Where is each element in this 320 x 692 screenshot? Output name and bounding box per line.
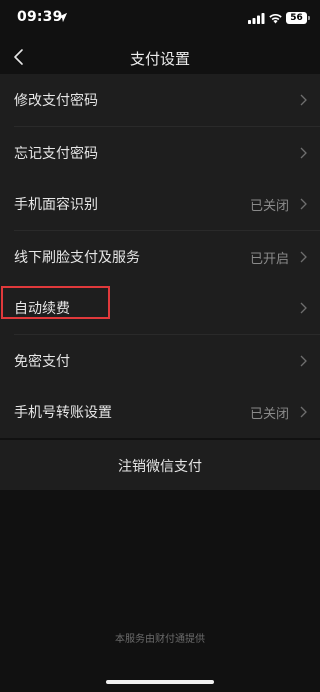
wifi-icon <box>269 13 282 24</box>
battery-tip <box>308 16 310 20</box>
chevron-right-icon <box>300 198 307 210</box>
status-value: 已关闭 <box>249 199 289 214</box>
face-id-item[interactable]: 手机面容识别 已关闭 <box>0 178 320 230</box>
password-free-payment-item[interactable]: 免密支付 <box>0 335 320 387</box>
chevron-left-icon <box>14 49 23 65</box>
status-bar: 09:39 56 <box>0 0 320 38</box>
footer-note: 本服务由财付通提供 <box>115 634 205 645</box>
status-value: 已开启 <box>249 252 289 267</box>
settings-group-password: 修改支付密码 忘记支付密码 <box>0 74 320 179</box>
status-time: 09:39 <box>17 9 63 25</box>
row-label: 线下刷脸支付及服务 <box>14 250 140 266</box>
change-payment-password-item[interactable]: 修改支付密码 <box>0 74 320 126</box>
location-arrow-icon <box>57 12 68 23</box>
chevron-right-icon <box>300 355 307 367</box>
battery-indicator: 56 <box>286 12 307 24</box>
chevron-right-icon <box>300 302 307 314</box>
row-label: 忘记支付密码 <box>14 146 98 162</box>
row-label: 修改支付密码 <box>14 93 98 109</box>
cancel-wechat-pay-button[interactable]: 注销微信支付 <box>0 440 320 490</box>
back-button[interactable] <box>8 44 32 70</box>
home-indicator <box>106 680 214 684</box>
cellular-signal-icon <box>248 13 265 24</box>
settings-group-deductions: 自动续费 免密支付 <box>0 282 320 387</box>
chevron-right-icon <box>300 251 307 263</box>
settings-group-transfer: 手机号转账设置 已关闭 <box>0 386 320 438</box>
phone-transfer-settings-item[interactable]: 手机号转账设置 已关闭 <box>0 386 320 438</box>
navigation-bar: 支付设置 <box>0 38 320 76</box>
row-label: 自动续费 <box>14 301 70 317</box>
auto-renewal-item[interactable]: 自动续费 <box>0 282 320 334</box>
chevron-right-icon <box>300 94 307 106</box>
forgot-payment-password-item[interactable]: 忘记支付密码 <box>0 127 320 179</box>
chevron-right-icon <box>300 406 307 418</box>
status-value: 已关闭 <box>249 407 289 422</box>
row-label: 手机号转账设置 <box>14 405 112 421</box>
chevron-right-icon <box>300 147 307 159</box>
row-label: 免密支付 <box>14 354 70 370</box>
page-title: 支付设置 <box>129 50 190 68</box>
cancel-label: 注销微信支付 <box>118 459 202 475</box>
row-label: 手机面容识别 <box>14 197 98 213</box>
settings-group-face: 手机面容识别 已关闭 线下刷脸支付及服务 已开启 <box>0 178 320 283</box>
offline-face-payment-item[interactable]: 线下刷脸支付及服务 已开启 <box>0 231 320 283</box>
